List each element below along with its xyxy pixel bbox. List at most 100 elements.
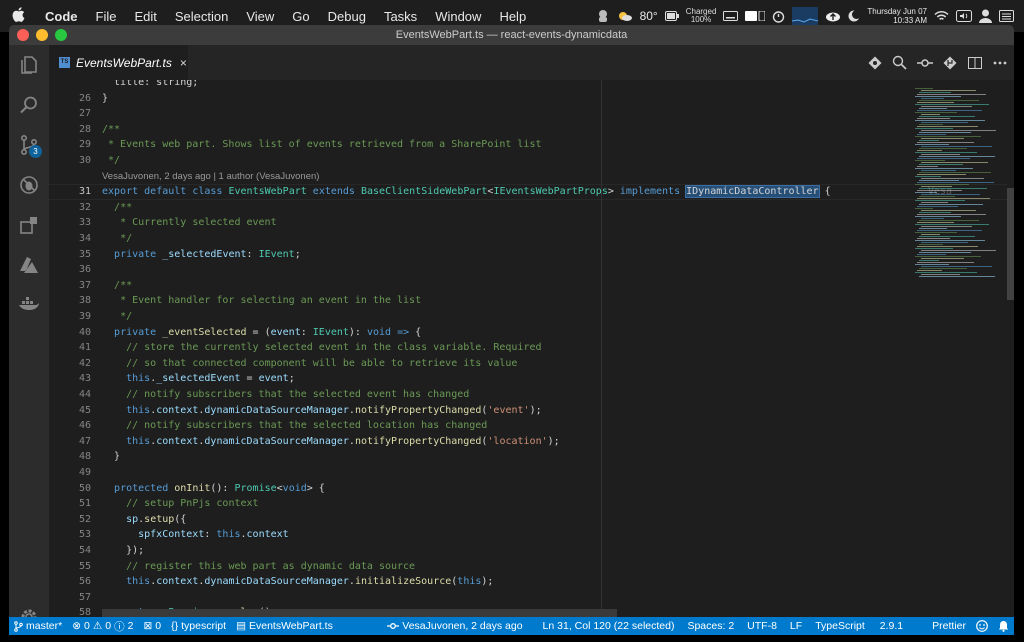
source-control-icon[interactable]: 3 bbox=[9, 125, 49, 165]
code-line[interactable]: // notify subscribers that the selected … bbox=[102, 418, 487, 434]
wifi-icon[interactable] bbox=[934, 10, 949, 22]
code-line[interactable]: title: string; bbox=[102, 80, 198, 91]
weather-temperature[interactable]: 80° bbox=[640, 9, 658, 23]
code-line[interactable]: // so that connected component will be a… bbox=[102, 356, 517, 372]
code-line[interactable]: * Currently selected event bbox=[102, 215, 277, 231]
problems-indicator[interactable]: ⊗ 0 ⚠ 0 ⓘ 2 bbox=[67, 619, 138, 634]
code-editor[interactable]: 26 27 28 29 30 31 32 33 34 35 36 37 38 39 40 41 42 43 44 45… bbox=[49, 80, 1014, 617]
code-line[interactable]: export default class EventsWebPart exten… bbox=[102, 184, 831, 200]
cloud-upload-icon[interactable] bbox=[825, 10, 841, 22]
moon-icon[interactable] bbox=[848, 10, 861, 22]
encoding[interactable]: UTF-8 bbox=[739, 620, 782, 632]
minimap-line bbox=[917, 238, 950, 239]
code-line[interactable]: spfxContext: this.context bbox=[102, 527, 289, 543]
code-line[interactable]: private _selectedEvent: IEvent; bbox=[102, 247, 301, 263]
language-mode[interactable]: TypeScript bbox=[807, 620, 870, 632]
azure-icon[interactable] bbox=[9, 245, 49, 285]
battery-readout[interactable]: Charged 100% bbox=[686, 8, 717, 24]
indentation[interactable]: Spaces: 2 bbox=[682, 620, 739, 632]
zoom-window-button[interactable] bbox=[55, 29, 67, 41]
battery-icon[interactable] bbox=[664, 11, 679, 21]
weather-icon[interactable] bbox=[617, 10, 633, 22]
git-commit-small-icon bbox=[387, 623, 400, 629]
formatter[interactable]: Prettier bbox=[908, 620, 971, 632]
cursor-position[interactable]: Ln 31, Col 120 (22 selected) bbox=[538, 620, 683, 632]
code-line[interactable]: // register this web part as dynamic dat… bbox=[102, 559, 415, 575]
user-icon[interactable] bbox=[979, 9, 992, 23]
extensions-icon[interactable] bbox=[9, 205, 49, 245]
notification-center-icon[interactable] bbox=[999, 10, 1014, 22]
code-line[interactable]: */ bbox=[102, 231, 132, 247]
timer-icon[interactable] bbox=[772, 10, 785, 23]
vertical-scroll-thumb[interactable] bbox=[1007, 188, 1014, 300]
menu-file[interactable]: File bbox=[87, 9, 126, 24]
apple-menu-icon[interactable] bbox=[0, 6, 36, 26]
close-tab-icon[interactable]: × bbox=[180, 56, 187, 70]
code-line[interactable]: /** bbox=[102, 122, 120, 138]
code-line[interactable]: */ bbox=[102, 153, 120, 169]
branch-indicator[interactable]: master* bbox=[9, 620, 67, 632]
code-line[interactable]: this.context.dynamicDataSourceManager.no… bbox=[102, 403, 542, 419]
menu-selection[interactable]: Selection bbox=[166, 9, 237, 24]
feedback-icon[interactable] bbox=[971, 620, 993, 632]
explorer-icon[interactable] bbox=[9, 45, 49, 85]
git-lens-compare-icon[interactable] bbox=[866, 54, 883, 71]
menu-go[interactable]: Go bbox=[283, 9, 318, 24]
display-icon[interactable] bbox=[745, 11, 766, 21]
keyboard-icon[interactable] bbox=[723, 11, 739, 21]
code-line[interactable]: */ bbox=[102, 309, 132, 325]
code-line[interactable]: // store the currently selected event in… bbox=[102, 340, 541, 356]
clock[interactable]: Thursday Jun 07 10:33 AM bbox=[867, 7, 927, 25]
horizontal-scrollbar[interactable] bbox=[102, 609, 617, 617]
code-line[interactable]: } bbox=[102, 91, 108, 107]
tab-events-web-part[interactable]: TS EventsWebPart.ts × bbox=[49, 45, 188, 80]
typescript-version[interactable]: 2.9.1 bbox=[870, 620, 908, 632]
more-actions-icon[interactable] bbox=[991, 54, 1008, 71]
open-changes-icon[interactable] bbox=[891, 54, 908, 71]
minimap-line bbox=[921, 226, 972, 227]
minimize-window-button[interactable] bbox=[36, 29, 48, 41]
git-commit-icon[interactable] bbox=[916, 54, 933, 71]
app-menu[interactable]: Code bbox=[36, 9, 87, 24]
vertical-scrollbar[interactable] bbox=[1007, 80, 1014, 617]
code-line[interactable]: * Events web part. Shows list of events … bbox=[102, 137, 541, 153]
menu-tasks[interactable]: Tasks bbox=[375, 9, 426, 24]
code-area[interactable]: title: string;} /** * Events web part. Sh… bbox=[102, 80, 952, 617]
split-editor-icon[interactable] bbox=[966, 54, 983, 71]
menu-help[interactable]: Help bbox=[490, 9, 535, 24]
code-line[interactable]: /** bbox=[102, 278, 132, 294]
debug-icon[interactable] bbox=[9, 165, 49, 205]
menu-edit[interactable]: Edit bbox=[125, 9, 165, 24]
code-line[interactable]: /** bbox=[102, 200, 132, 216]
menu-window[interactable]: Window bbox=[426, 9, 490, 24]
code-line[interactable]: // setup PnPjs context bbox=[102, 496, 258, 512]
code-line[interactable]: // notify subscribers that the selected … bbox=[102, 387, 469, 403]
code-token: implements bbox=[619, 186, 681, 198]
notifications-bell-icon[interactable] bbox=[993, 620, 1014, 632]
close-window-button[interactable] bbox=[17, 29, 29, 41]
code-line[interactable]: }); bbox=[102, 543, 144, 559]
code-line[interactable]: this.context.dynamicDataSourceManager.in… bbox=[102, 574, 493, 590]
code-line[interactable]: sp.setup({ bbox=[102, 512, 186, 528]
code-line[interactable]: * Event handler for selecting an event i… bbox=[102, 293, 421, 309]
output-indicator[interactable]: ⊠ 0 bbox=[138, 620, 166, 632]
menu-view[interactable]: View bbox=[237, 9, 283, 24]
git-history-icon[interactable] bbox=[941, 54, 958, 71]
code-line[interactable]: private _eventSelected = (event: IEvent)… bbox=[102, 325, 421, 341]
language-tag-item[interactable]: {} typescript bbox=[166, 620, 231, 632]
code-line[interactable]: this._selectedEvent = event; bbox=[102, 371, 295, 387]
privacy-icon[interactable] bbox=[596, 9, 610, 23]
end-of-line[interactable]: LF bbox=[782, 620, 807, 632]
blame-indicator[interactable]: VesaJuvonen, 2 days ago bbox=[382, 620, 527, 632]
volume-icon[interactable] bbox=[956, 10, 972, 22]
activity-graph-icon[interactable] bbox=[792, 7, 819, 25]
codelens-blame[interactable]: VesaJuvonen, 2 days ago | 1 author (Vesa… bbox=[102, 169, 319, 185]
file-indicator[interactable]: ▤ EventsWebPart.ts bbox=[231, 620, 338, 632]
code-line[interactable]: } bbox=[102, 449, 120, 465]
minimap[interactable] bbox=[915, 80, 1007, 617]
code-line[interactable]: protected onInit(): Promise<void> { bbox=[102, 481, 325, 497]
docker-icon[interactable] bbox=[9, 285, 49, 325]
menu-debug[interactable]: Debug bbox=[319, 9, 375, 24]
search-icon[interactable] bbox=[9, 85, 49, 125]
code-line[interactable]: this.context.dynamicDataSourceManager.no… bbox=[102, 434, 560, 450]
